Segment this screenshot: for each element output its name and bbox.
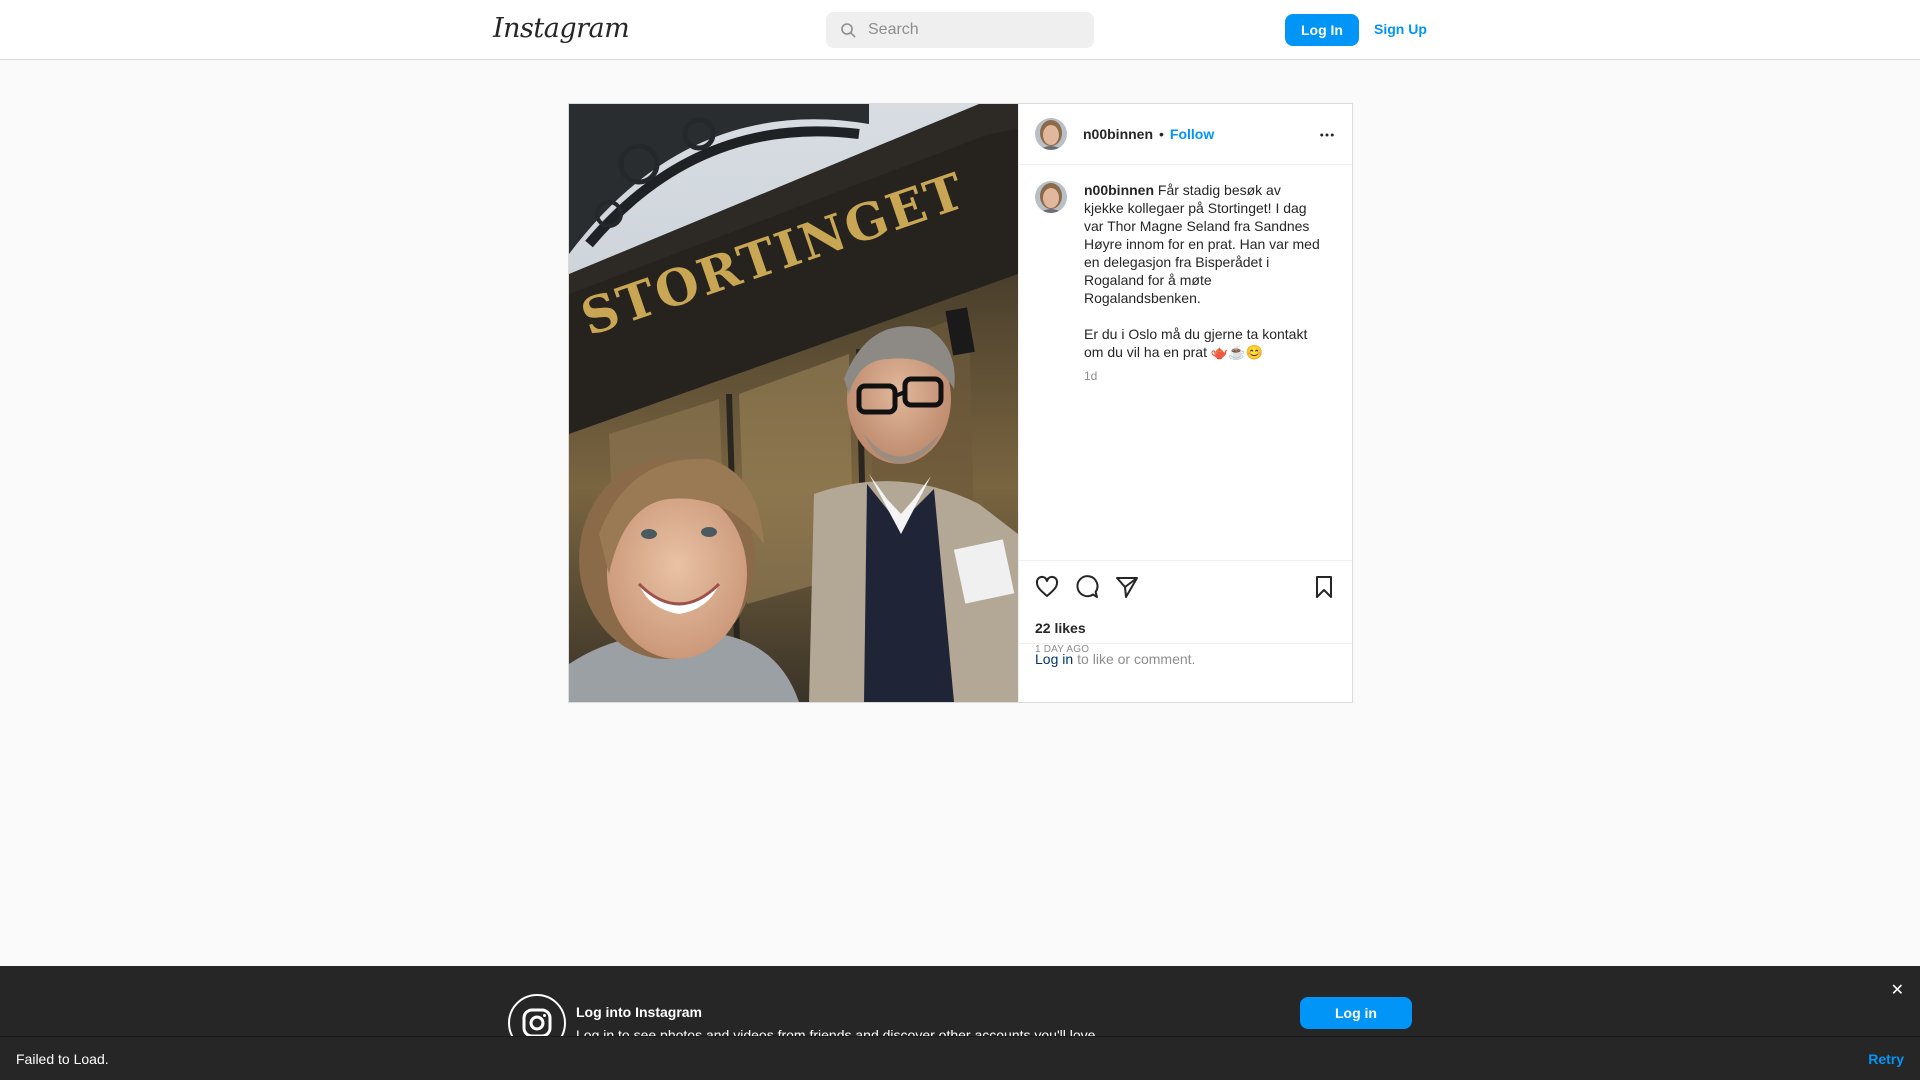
close-icon[interactable]: ✕ [1891, 980, 1904, 1000]
search-box[interactable] [826, 12, 1094, 48]
caption-avatar[interactable] [1035, 181, 1067, 213]
action-icons [1035, 575, 1139, 599]
search-input[interactable] [868, 21, 1068, 39]
avatar[interactable] [1035, 118, 1067, 150]
caption-text: Får stadig besøk av kjekke kollegaer på … [1084, 182, 1320, 360]
post-card: STORTINGET n00binnen • Follow n00binnen … [568, 103, 1353, 703]
caption: n00binnen Får stadig besøk av kjekke kol… [1035, 181, 1325, 385]
caption-username[interactable]: n00binnen [1084, 182, 1154, 198]
banner-login-button[interactable]: Log in [1300, 997, 1412, 1029]
retry-button[interactable]: Retry [1868, 1051, 1904, 1067]
signup-link[interactable]: Sign Up [1374, 21, 1427, 37]
caption-body: n00binnen Får stadig besøk av kjekke kol… [1084, 181, 1324, 385]
more-options-icon[interactable] [1318, 126, 1336, 144]
post-details-panel: n00binnen • Follow n00binnen Får stadig … [1018, 104, 1352, 702]
follow-button[interactable]: Follow [1170, 126, 1214, 142]
post-header: n00binnen • Follow [1019, 104, 1352, 165]
error-toast: Failed to Load. Retry [0, 1036, 1920, 1080]
heart-icon[interactable] [1035, 575, 1059, 599]
banner-title: Log into Instagram [576, 1004, 702, 1020]
separator-dot: • [1159, 126, 1164, 142]
likes-count[interactable]: 22 likes [1035, 620, 1086, 636]
login-prompt: Log in to like or comment. [1019, 643, 1352, 674]
comment-icon[interactable] [1075, 575, 1099, 599]
post-username[interactable]: n00binnen [1083, 126, 1153, 142]
search-icon [841, 23, 856, 38]
caption-timestamp[interactable]: 1d [1084, 367, 1324, 385]
login-button[interactable]: Log In [1285, 14, 1359, 46]
login-banner: Log into Instagram Log in to see photos … [0, 966, 1920, 1052]
post-photo[interactable]: STORTINGET [569, 104, 1018, 702]
login-link[interactable]: Log in [1035, 651, 1073, 667]
top-nav-bar: Instagram Log In Sign Up [0, 0, 1920, 60]
bookmark-icon[interactable] [1312, 575, 1336, 599]
login-prompt-text: to like or comment. [1077, 651, 1196, 667]
toast-message: Failed to Load. [16, 1051, 109, 1067]
post-actions: 22 likes 1 DAY AGO Log in to like or com… [1019, 560, 1352, 674]
share-icon[interactable] [1115, 575, 1139, 599]
instagram-logo[interactable]: Instagram [493, 13, 630, 44]
